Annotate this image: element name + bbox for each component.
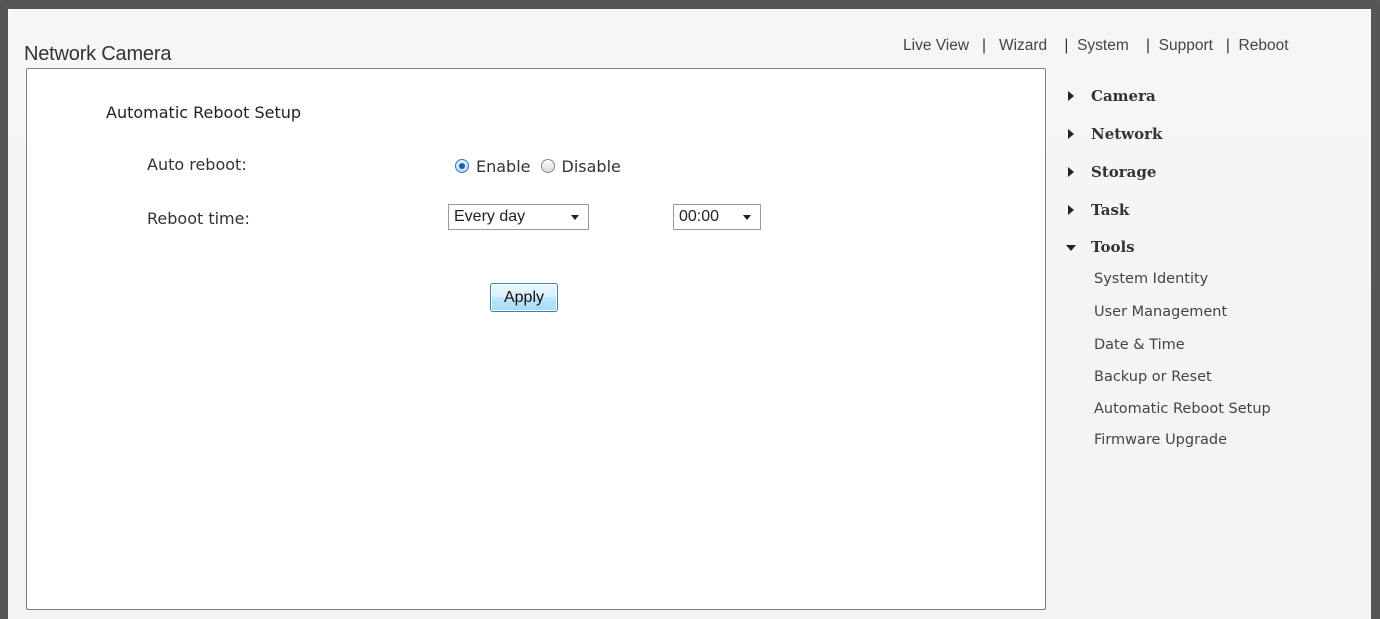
tools-item-user-management[interactable]: User Management [1094,304,1227,320]
tools-item-automatic-reboot-setup[interactable]: Automatic Reboot Setup [1094,401,1271,417]
caret-down-icon [1066,245,1076,251]
sidebar-item-label: Tools [1091,238,1135,256]
apply-button[interactable]: Apply [490,283,558,312]
nav-system[interactable]: System [1077,37,1129,54]
nav-separator: | [1133,37,1155,54]
chevron-down-icon [743,215,751,220]
sidebar-item-label: Camera [1091,87,1156,105]
page-title: Automatic Reboot Setup [106,103,302,122]
brand-title: Network Camera [24,43,172,65]
tools-item-date-time[interactable]: Date & Time [1094,337,1185,353]
sidebar-item-label: Task [1091,201,1130,219]
reboot-frequency-value: Every day [454,208,526,225]
nav-reboot[interactable]: Reboot [1239,37,1289,54]
nav-separator: | [1051,37,1073,54]
caret-right-icon [1068,167,1074,177]
disable-radio[interactable] [540,159,555,173]
tools-item-firmware-upgrade[interactable]: Firmware Upgrade [1094,432,1227,448]
sidebar-item-label: Storage [1091,163,1157,181]
enable-radio[interactable] [455,159,469,173]
nav-separator: | [1217,37,1235,54]
reboot-time-label: Reboot time: [147,209,250,228]
disable-radio-label[interactable]: Disable [562,157,621,176]
enable-radio-label[interactable]: Enable [476,157,531,176]
nav-support[interactable]: Support [1159,37,1213,54]
reboot-time-value: 00:00 [679,208,720,225]
reboot-frequency-select[interactable]: Every day [448,204,589,230]
content-panel [26,68,1046,610]
tools-item-system-identity[interactable]: System Identity [1094,271,1208,287]
auto-reboot-label: Auto reboot: [147,155,247,174]
tools-item-backup-reset[interactable]: Backup or Reset [1094,369,1212,385]
caret-right-icon [1068,91,1074,101]
nav-separator: | [973,37,995,54]
sidebar-item-label: Network [1091,125,1163,143]
reboot-time-select[interactable]: 00:00 [673,204,761,230]
top-nav: Live View | Wizard | System | Support | … [903,37,1289,59]
auto-reboot-radio-group: Enable Disable [455,155,621,177]
caret-right-icon [1068,205,1074,215]
chevron-down-icon [571,215,579,220]
nav-live-view[interactable]: Live View [903,37,969,54]
caret-right-icon [1068,129,1074,139]
nav-wizard[interactable]: Wizard [999,37,1047,54]
